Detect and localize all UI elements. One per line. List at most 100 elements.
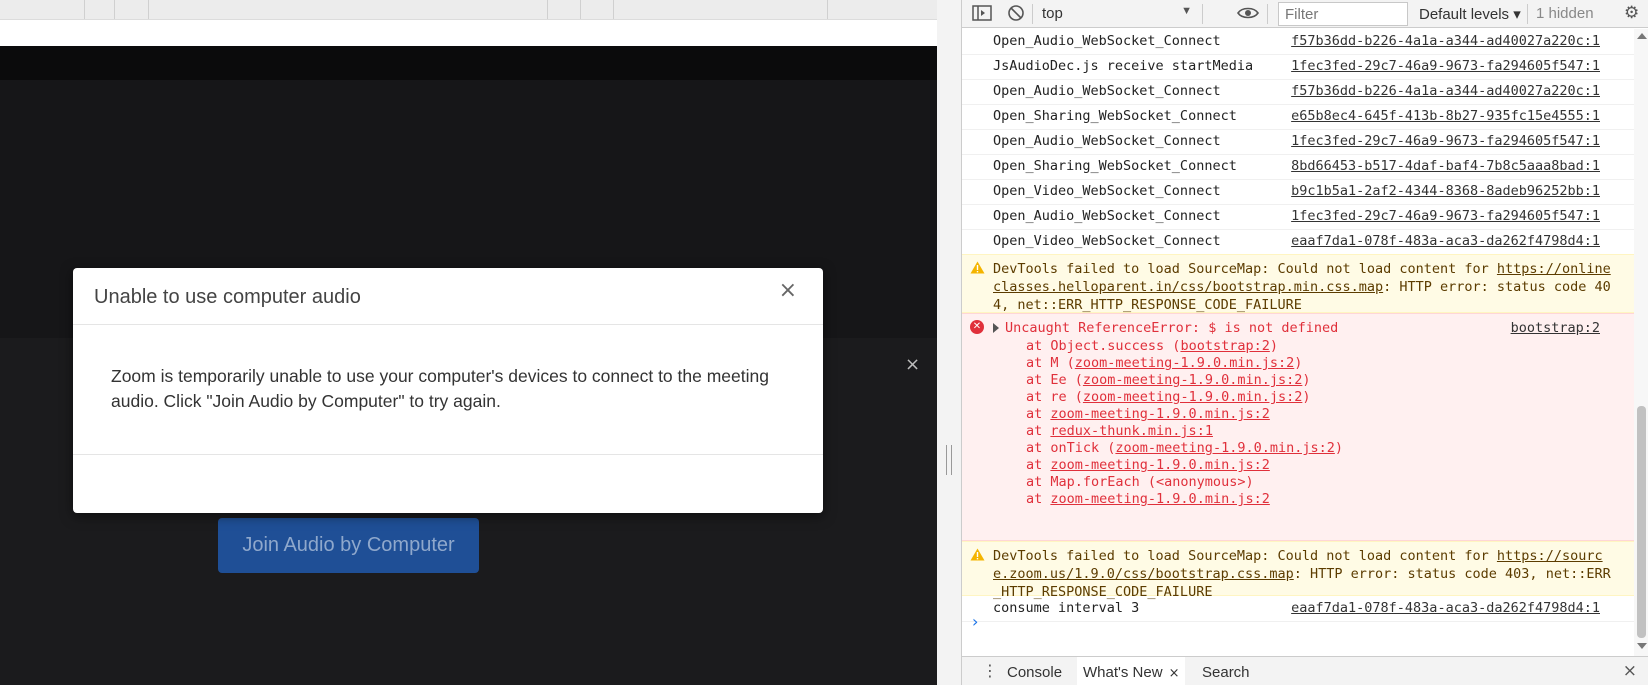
log-source-link[interactable]: e65b8ec4-645f-413b-8b27-935fc15e4555:1 <box>1291 108 1600 124</box>
audio-panel-close-icon[interactable]: × <box>905 356 920 374</box>
stack-text: at Map.forEach (<anonymous>) <box>1026 474 1254 490</box>
error-icon: ✕ <box>970 320 984 334</box>
filter-input[interactable] <box>1278 2 1408 26</box>
top-bar-divider <box>547 0 548 19</box>
stack-line: at redux-thunk.min.js:1 <box>1026 422 1213 440</box>
warning-text: DevTools failed to load SourceMap: Could… <box>993 548 1497 564</box>
stack-text: ) <box>1302 389 1311 405</box>
log-text: Open_Audio_WebSocket_Connect <box>993 33 1221 49</box>
modal-body: Zoom is temporarily unable to use your c… <box>73 326 823 454</box>
log-levels-dropdown[interactable]: Default levels ▾ <box>1419 5 1521 23</box>
log-source-link[interactable]: f57b36dd-b226-4a1a-a344-ad40027a220c:1 <box>1291 83 1600 99</box>
log-text: Open_Audio_WebSocket_Connect <box>993 83 1221 99</box>
console-messages: Open_Audio_WebSocket_Connect f57b36dd-b2… <box>962 29 1634 656</box>
tab-console[interactable]: Console <box>1007 664 1062 681</box>
resize-handle[interactable] <box>946 445 952 475</box>
top-bar-divider <box>114 0 115 19</box>
top-bar-divider <box>580 0 581 19</box>
stack-text: at <box>1026 406 1051 422</box>
log-text: Open_Audio_WebSocket_Connect <box>993 208 1221 224</box>
stack-text: at re ( <box>1026 389 1083 405</box>
error-modal: Unable to use computer audio × Zoom is t… <box>73 268 823 513</box>
log-text: Open_Video_WebSocket_Connect <box>993 183 1221 199</box>
error-row: ✕ Uncaught ReferenceError: $ is not defi… <box>962 313 1634 541</box>
scrollbar-thumb[interactable] <box>1637 406 1646 638</box>
stack-link[interactable]: zoom-meeting-1.9.0.min.js:2 <box>1083 372 1302 388</box>
modal-header: Unable to use computer audio × <box>73 268 823 325</box>
warning-text: DevTools failed to load SourceMap: Could… <box>993 261 1497 277</box>
context-selector[interactable]: top ▼ <box>1042 3 1192 25</box>
warning-icon <box>970 548 985 561</box>
modal-title: Unable to use computer audio <box>94 286 361 308</box>
log-row: Open_Sharing_WebSocket_Connect 8bd66453-… <box>962 154 1634 180</box>
stack-line: at zoom-meeting-1.9.0.min.js:2 <box>1026 405 1270 423</box>
stack-link[interactable]: zoom-meeting-1.9.0.min.js:2 <box>1050 491 1269 507</box>
error-source-link[interactable]: bootstrap:2 <box>1511 319 1600 337</box>
devtools-panel: top ▼ Default levels ▾ 1 hidden ⚙ Open_A… <box>961 0 1648 685</box>
log-text: JsAudioDec.js receive startMedia <box>993 58 1254 74</box>
gear-icon[interactable]: ⚙ <box>1624 3 1639 23</box>
stack-link[interactable]: bootstrap:2 <box>1180 338 1269 354</box>
tab-close-icon[interactable]: × <box>1169 666 1180 681</box>
top-bar-divider <box>827 0 828 19</box>
log-source-link[interactable]: 1fec3fed-29c7-46a9-9673-fa294605f547:1 <box>1291 58 1600 74</box>
clear-console-icon[interactable] <box>1007 4 1025 27</box>
log-row: Open_Audio_WebSocket_Connect 1fec3fed-29… <box>962 129 1634 155</box>
stack-line: at re (zoom-meeting-1.9.0.min.js:2) <box>1026 388 1311 406</box>
eye-icon[interactable] <box>1237 4 1259 27</box>
join-audio-by-computer-button[interactable]: Join Audio by Computer <box>218 518 479 573</box>
top-bar-divider <box>148 0 149 19</box>
stack-link[interactable]: redux-thunk.min.js:1 <box>1050 423 1213 439</box>
sidebar-toggle-icon[interactable] <box>972 4 992 27</box>
kebab-menu-icon[interactable]: ⋮ <box>982 661 998 680</box>
toolbar-divider <box>1032 4 1033 24</box>
hidden-count: 1 hidden <box>1536 5 1594 22</box>
console-prompt[interactable]: › <box>962 609 1634 635</box>
stack-line: at Object.success (bootstrap:2) <box>1026 337 1278 355</box>
log-source-link[interactable]: 1fec3fed-29c7-46a9-9673-fa294605f547:1 <box>1291 133 1600 149</box>
prompt-chevron-icon: › <box>972 612 979 631</box>
log-source-link[interactable]: eaaf7da1-078f-483a-aca3-da262f4798d4:1 <box>1291 233 1600 249</box>
log-source-link[interactable]: 8bd66453-b517-4daf-baf4-7b8c5aaa8bad:1 <box>1291 158 1600 174</box>
log-text: Open_Sharing_WebSocket_Connect <box>993 108 1237 124</box>
log-row: Open_Audio_WebSocket_Connect 1fec3fed-29… <box>962 204 1634 230</box>
stack-link[interactable]: zoom-meeting-1.9.0.min.js:2 <box>1050 457 1269 473</box>
tab-whats-new[interactable]: What's New × <box>1077 657 1186 685</box>
log-source-link[interactable]: 1fec3fed-29c7-46a9-9673-fa294605f547:1 <box>1291 208 1600 224</box>
page-area: × Join Audio by Computer Unable to use c… <box>0 0 937 685</box>
page-top-bar <box>0 0 937 20</box>
console-scrollbar[interactable] <box>1634 29 1648 656</box>
stack-text: ) <box>1269 338 1278 354</box>
stack-link[interactable]: zoom-meeting-1.9.0.min.js:2 <box>1115 440 1334 456</box>
tab-search[interactable]: Search <box>1202 664 1250 681</box>
log-row: Open_Audio_WebSocket_Connect f57b36dd-b2… <box>962 79 1634 105</box>
toolbar-divider <box>1202 4 1203 24</box>
stack-text: at onTick ( <box>1026 440 1116 456</box>
log-source-link[interactable]: f57b36dd-b226-4a1a-a344-ad40027a220c:1 <box>1291 33 1600 49</box>
stack-line: at zoom-meeting-1.9.0.min.js:2 <box>1026 490 1270 508</box>
scroll-up-icon[interactable] <box>1637 33 1647 39</box>
drawer-close-icon[interactable]: × <box>1623 661 1637 681</box>
modal-close-icon[interactable]: × <box>779 278 797 303</box>
stack-line: at Map.forEach (<anonymous>) <box>1026 473 1254 491</box>
stack-text: ) <box>1334 440 1343 456</box>
log-source-link[interactable]: b9c1b5a1-2af2-4344-8368-8adeb96252bb:1 <box>1291 183 1600 199</box>
log-text: Open_Audio_WebSocket_Connect <box>993 133 1221 149</box>
log-text: Open_Video_WebSocket_Connect <box>993 233 1221 249</box>
stack-line: at M (zoom-meeting-1.9.0.min.js:2) <box>1026 354 1302 372</box>
modal-footer <box>73 454 823 513</box>
dropdown-arrow-icon: ▼ <box>1181 5 1192 17</box>
console-toolbar: top ▼ Default levels ▾ 1 hidden ⚙ <box>962 0 1648 28</box>
expand-triangle-icon[interactable] <box>993 323 999 333</box>
zoom-header <box>0 46 937 80</box>
log-text: Open_Sharing_WebSocket_Connect <box>993 158 1237 174</box>
stack-line: at onTick (zoom-meeting-1.9.0.min.js:2) <box>1026 439 1343 457</box>
stack-line: at Ee (zoom-meeting-1.9.0.min.js:2) <box>1026 371 1311 389</box>
stack-link[interactable]: zoom-meeting-1.9.0.min.js:2 <box>1050 406 1269 422</box>
stack-text: at <box>1026 491 1051 507</box>
error-message: Uncaught ReferenceError: $ is not define… <box>1005 320 1339 336</box>
scroll-down-icon[interactable] <box>1637 643 1647 649</box>
stack-link[interactable]: zoom-meeting-1.9.0.min.js:2 <box>1083 389 1302 405</box>
stack-link[interactable]: zoom-meeting-1.9.0.min.js:2 <box>1075 355 1294 371</box>
stack-text: at Object.success ( <box>1026 338 1181 354</box>
